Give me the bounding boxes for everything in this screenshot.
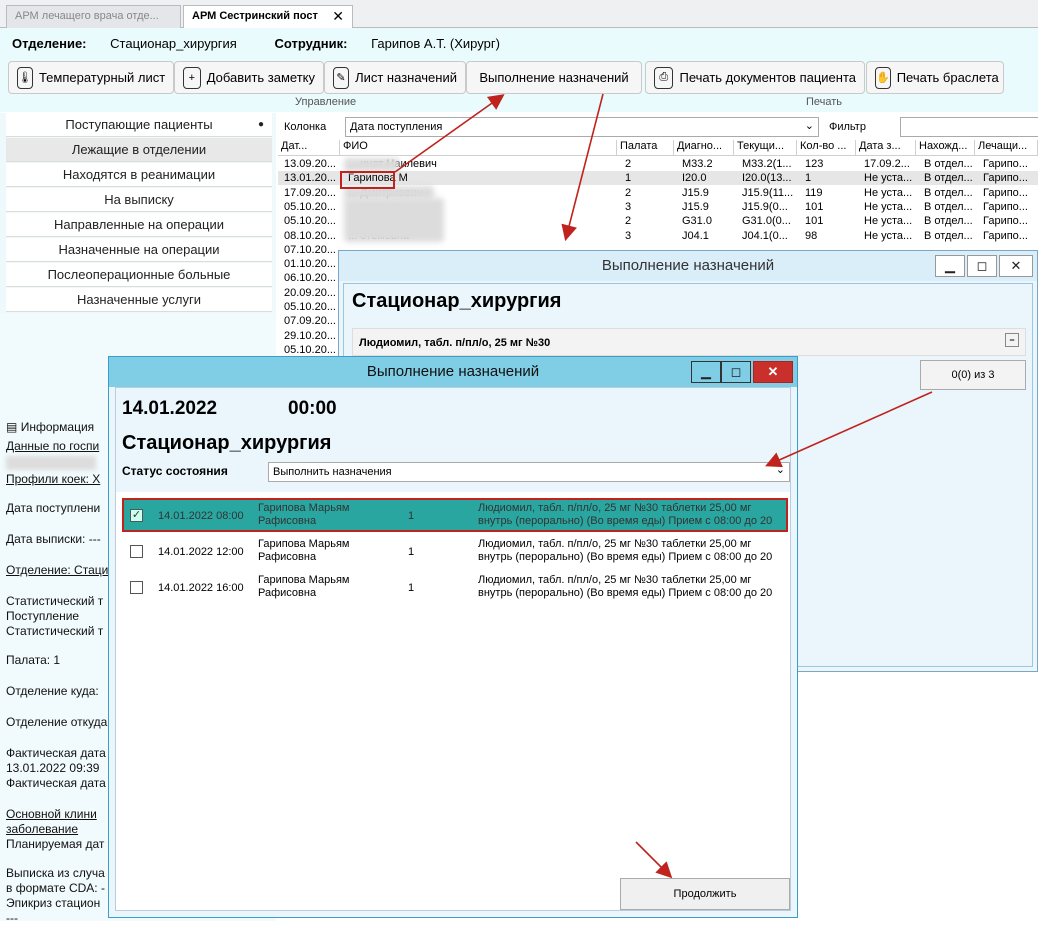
arrow-line [635,841,673,879]
arrow-line [765,391,933,468]
arrow-line [394,94,505,173]
arrow-line [561,93,604,242]
annotation-arrows [394,93,933,879]
